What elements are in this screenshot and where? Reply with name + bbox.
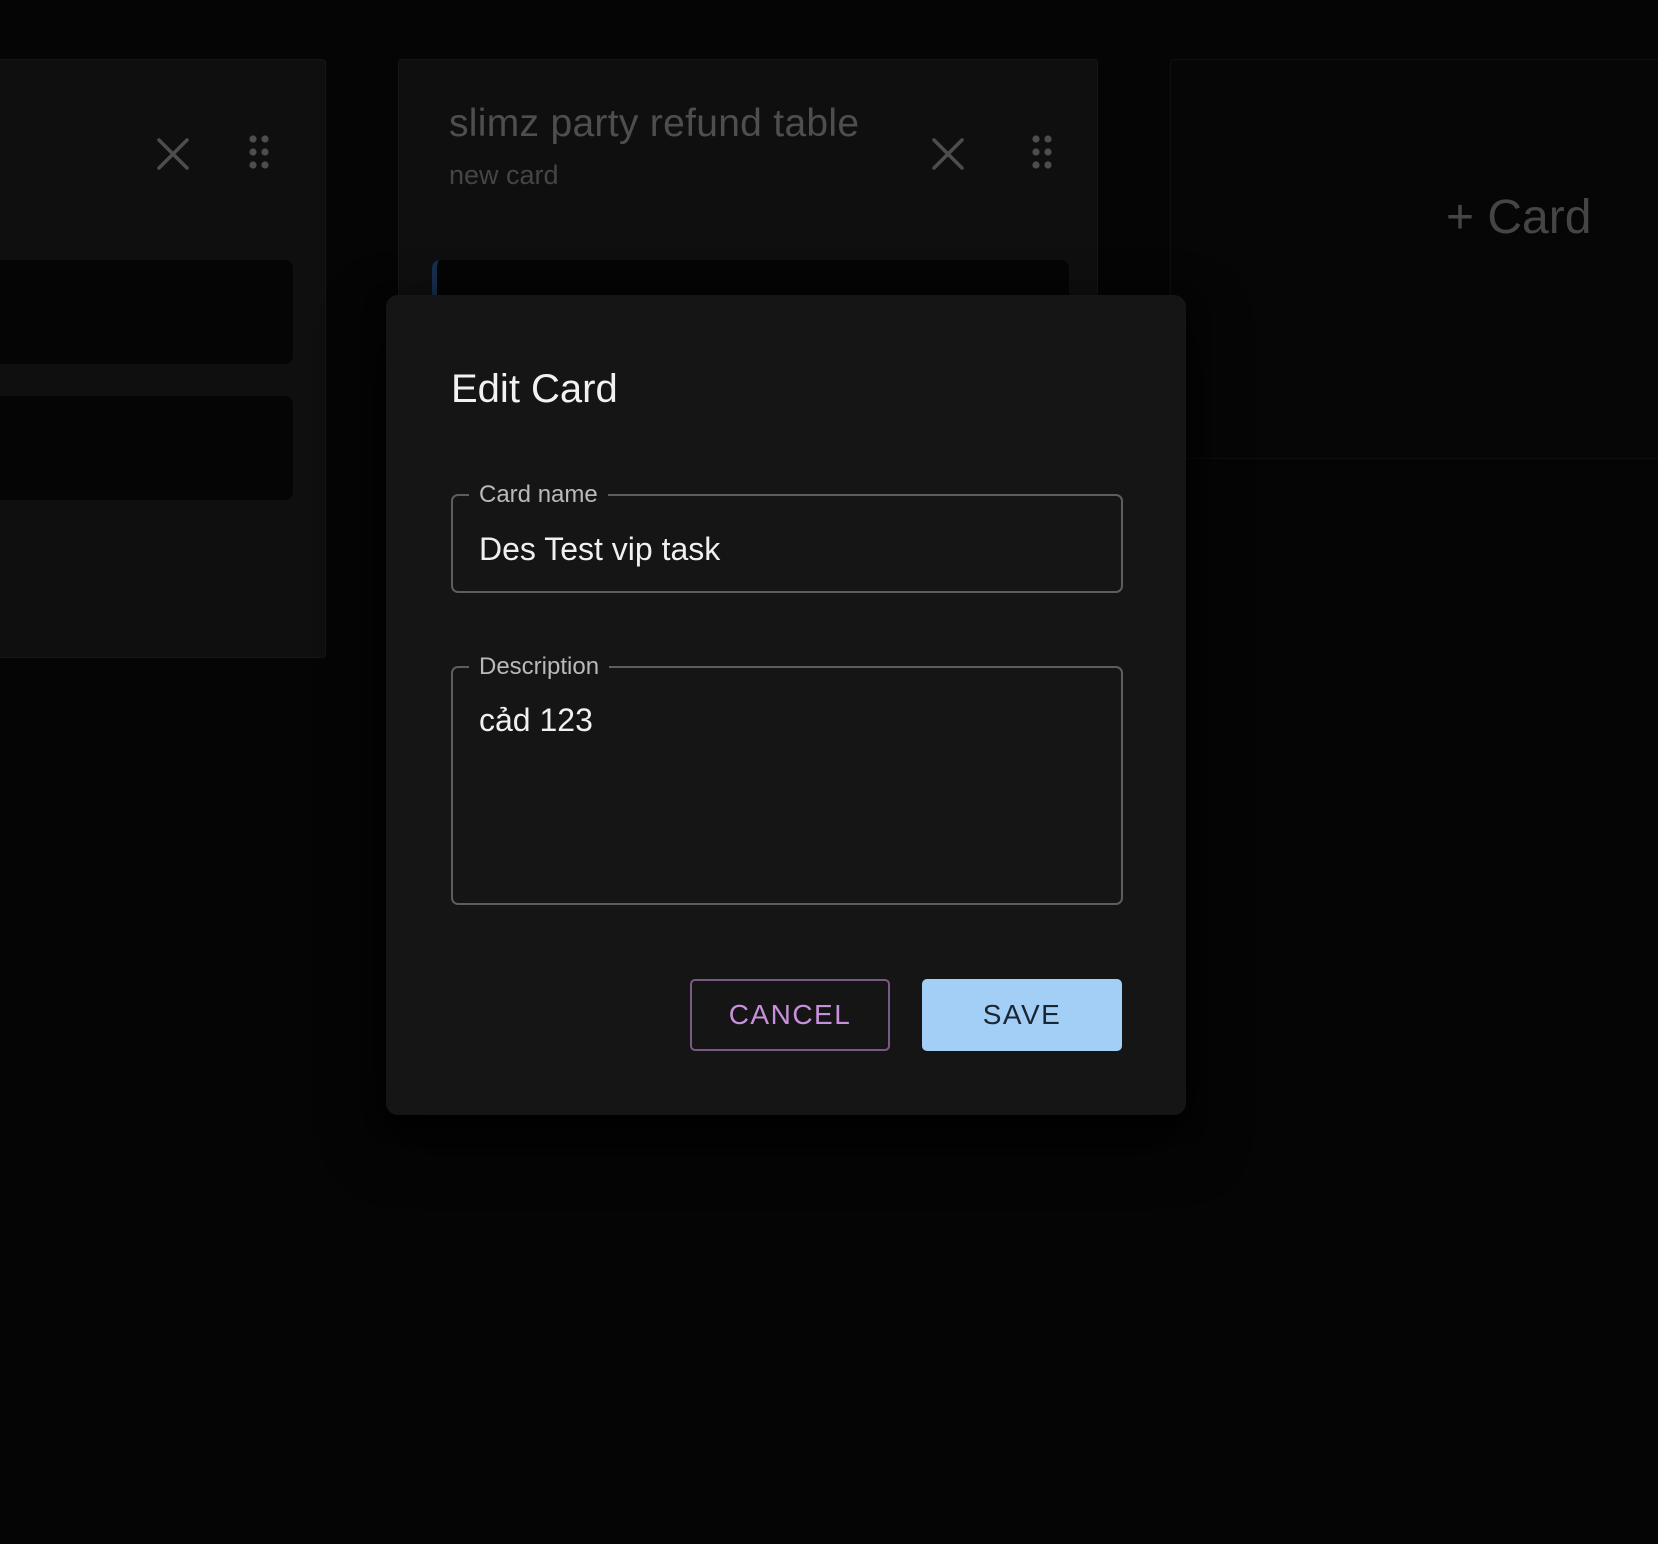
save-button[interactable]: SAVE	[922, 979, 1122, 1051]
description-field: Description cảd 123	[451, 655, 1123, 905]
edit-card-dialog: Edit Card Card name Description cảd 123 …	[386, 295, 1186, 1115]
description-input[interactable]: cảd 123	[453, 679, 1121, 895]
card-name-label: Card name	[479, 481, 598, 508]
card-name-field: Card name	[451, 483, 1123, 593]
cancel-button[interactable]: CANCEL	[690, 979, 890, 1051]
description-label: Description	[479, 653, 600, 680]
dialog-title: Edit Card	[451, 367, 618, 411]
card-name-input[interactable]	[453, 511, 1121, 587]
